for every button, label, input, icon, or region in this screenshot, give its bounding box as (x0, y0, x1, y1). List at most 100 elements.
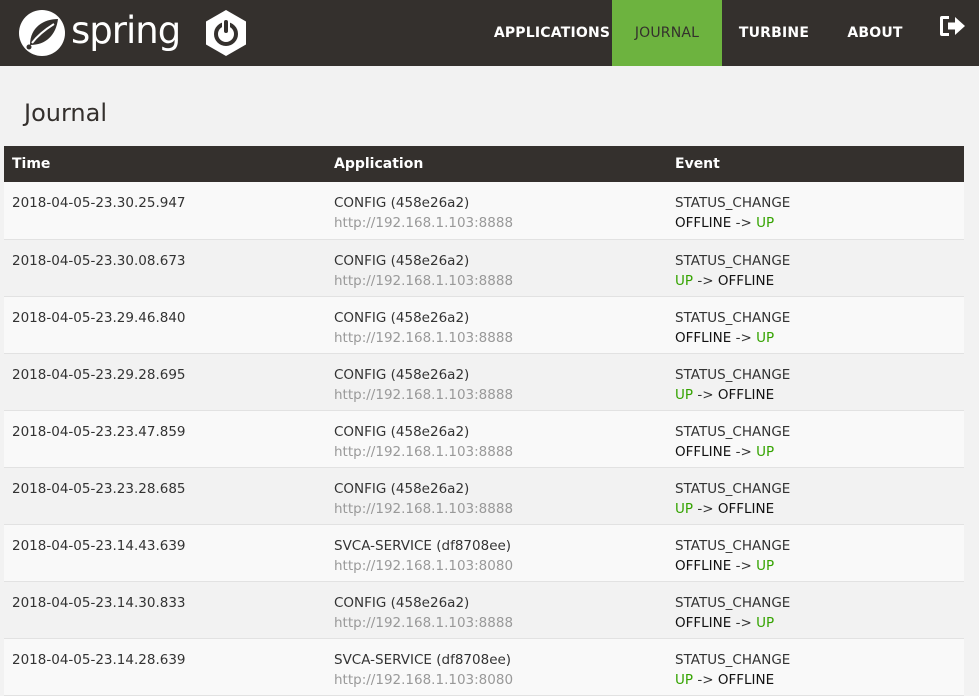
status-from: OFFLINE (675, 614, 732, 631)
application-name[interactable]: CONFIG (458e26a2) (334, 251, 659, 271)
nav-turbine[interactable]: TURBINE (722, 0, 826, 66)
table-row[interactable]: 2018-04-05-23.29.28.695 CONFIG (458e26a2)… (4, 353, 964, 410)
status-to: UP (756, 329, 775, 346)
application-name[interactable]: CONFIG (458e26a2) (334, 422, 659, 442)
table-row[interactable]: 2018-04-05-23.14.28.639 SVCA-SERVICE (df8… (4, 638, 964, 695)
application-url[interactable]: http://192.168.1.103:8080 (334, 670, 659, 690)
transition-arrow: -> (697, 386, 714, 403)
application-url[interactable]: http://192.168.1.103:8080 (334, 556, 659, 576)
logout-icon (939, 16, 965, 36)
application-url[interactable]: http://192.168.1.103:8888 (334, 271, 659, 291)
table-row[interactable]: 2018-04-05-23.29.46.840 CONFIG (458e26a2)… (4, 296, 964, 353)
event-cell: STATUS_CHANGE OFFLINE -> UP (667, 581, 964, 638)
journal-table-body: 2018-04-05-23.30.25.947 CONFIG (458e26a2)… (4, 182, 964, 695)
status-to: UP (756, 215, 775, 231)
top-navbar: spring APPLICATIONS JOURNAL TURBINE ABOU… (0, 0, 979, 66)
event-time: 2018-04-05-23.14.28.639 (12, 651, 186, 668)
status-to: OFFLINE (717, 500, 775, 517)
event-type: STATUS_CHANGE (675, 252, 791, 269)
spring-boot-admin-icon[interactable] (201, 8, 251, 58)
status-from: OFFLINE (675, 329, 732, 346)
event-cell: STATUS_CHANGE OFFLINE -> UP (667, 296, 964, 353)
page-title: Journal (24, 99, 108, 127)
event-time: 2018-04-05-23.14.30.833 (12, 594, 186, 611)
transition-arrow: -> (735, 443, 752, 460)
status-to: UP (756, 614, 775, 631)
journal-table: Time Application Event 2018-04-05-23.30.… (4, 146, 964, 696)
status-transition: UP -> OFFLINE (675, 670, 956, 690)
application-name[interactable]: CONFIG (458e26a2) (334, 193, 659, 213)
transition-arrow: -> (735, 329, 752, 346)
transition-arrow: -> (697, 272, 714, 289)
event-time: 2018-04-05-23.14.43.639 (12, 537, 186, 554)
table-row[interactable]: 2018-04-05-23.23.47.859 CONFIG (458e26a2)… (4, 410, 964, 467)
status-to: OFFLINE (717, 386, 775, 403)
event-cell: STATUS_CHANGE UP -> OFFLINE (667, 239, 964, 296)
logout-button[interactable] (924, 0, 979, 66)
application-name[interactable]: CONFIG (458e26a2) (334, 308, 659, 328)
application-cell: CONFIG (458e26a2) http://192.168.1.103:88… (326, 353, 667, 410)
application-cell: SVCA-SERVICE (df8708ee) http://192.168.1.… (326, 638, 667, 695)
application-cell: SVCA-SERVICE (df8708ee) http://192.168.1.… (326, 524, 667, 581)
application-url[interactable]: http://192.168.1.103:8888 (334, 385, 659, 405)
event-type: STATUS_CHANGE (675, 195, 791, 211)
event-time: 2018-04-05-23.29.46.840 (12, 309, 186, 326)
status-to: OFFLINE (717, 272, 775, 289)
status-from: OFFLINE (675, 557, 732, 574)
nav-about[interactable]: ABOUT (826, 0, 924, 66)
event-cell: STATUS_CHANGE UP -> OFFLINE (667, 467, 964, 524)
table-row[interactable]: 2018-04-05-23.14.43.639 SVCA-SERVICE (df8… (4, 524, 964, 581)
event-cell: STATUS_CHANGE OFFLINE -> UP (667, 182, 964, 239)
event-cell: STATUS_CHANGE UP -> OFFLINE (667, 353, 964, 410)
status-from: UP (675, 386, 694, 403)
event-type: STATUS_CHANGE (675, 537, 791, 554)
status-transition: OFFLINE -> UP (675, 442, 956, 462)
application-name[interactable]: CONFIG (458e26a2) (334, 479, 659, 499)
status-to: UP (756, 557, 775, 574)
nav-applications[interactable]: APPLICATIONS (473, 0, 612, 66)
application-url[interactable]: http://192.168.1.103:8888 (334, 442, 659, 462)
status-from: UP (675, 671, 694, 688)
event-type: STATUS_CHANGE (675, 309, 791, 326)
spring-leaf-icon (19, 10, 65, 56)
table-row[interactable]: 2018-04-05-23.14.30.833 CONFIG (458e26a2)… (4, 581, 964, 638)
table-row[interactable]: 2018-04-05-23.23.28.685 CONFIG (458e26a2)… (4, 467, 964, 524)
brand-name: spring (71, 8, 181, 52)
application-url[interactable]: http://192.168.1.103:8888 (334, 499, 659, 519)
application-url[interactable]: http://192.168.1.103:8888 (334, 213, 659, 233)
application-name[interactable]: CONFIG (458e26a2) (334, 593, 659, 613)
application-cell: CONFIG (458e26a2) http://192.168.1.103:88… (326, 296, 667, 353)
transition-arrow: -> (697, 500, 714, 517)
application-name[interactable]: SVCA-SERVICE (df8708ee) (334, 536, 659, 556)
application-cell: CONFIG (458e26a2) http://192.168.1.103:88… (326, 581, 667, 638)
event-type: STATUS_CHANGE (675, 651, 791, 668)
application-cell: CONFIG (458e26a2) http://192.168.1.103:88… (326, 410, 667, 467)
transition-arrow: -> (735, 215, 752, 231)
status-from: UP (675, 500, 694, 517)
application-name[interactable]: SVCA-SERVICE (df8708ee) (334, 650, 659, 670)
transition-arrow: -> (697, 671, 714, 688)
event-time: 2018-04-05-23.30.25.947 (12, 195, 186, 211)
table-header-row: Time Application Event (4, 146, 964, 182)
table-row[interactable]: 2018-04-05-23.30.25.947 CONFIG (458e26a2)… (4, 182, 964, 239)
column-header-application[interactable]: Application (326, 146, 667, 182)
event-time: 2018-04-05-23.29.28.695 (12, 366, 186, 383)
main-nav: APPLICATIONS JOURNAL TURBINE ABOUT (473, 0, 979, 66)
spring-logo[interactable]: spring (18, 8, 181, 58)
column-header-time[interactable]: Time (4, 146, 326, 182)
event-cell: STATUS_CHANGE OFFLINE -> UP (667, 524, 964, 581)
event-type: STATUS_CHANGE (675, 366, 791, 383)
column-header-event[interactable]: Event (667, 146, 964, 182)
application-name[interactable]: CONFIG (458e26a2) (334, 365, 659, 385)
application-url[interactable]: http://192.168.1.103:8888 (334, 613, 659, 633)
table-row[interactable]: 2018-04-05-23.30.08.673 CONFIG (458e26a2)… (4, 239, 964, 296)
event-type: STATUS_CHANGE (675, 594, 791, 611)
status-from: OFFLINE (675, 215, 732, 231)
status-to: OFFLINE (717, 671, 775, 688)
application-url[interactable]: http://192.168.1.103:8888 (334, 328, 659, 348)
status-transition: OFFLINE -> UP (675, 213, 956, 233)
event-cell: STATUS_CHANGE OFFLINE -> UP (667, 410, 964, 467)
nav-journal[interactable]: JOURNAL (612, 0, 722, 66)
application-cell: CONFIG (458e26a2) http://192.168.1.103:88… (326, 467, 667, 524)
event-time: 2018-04-05-23.23.28.685 (12, 480, 186, 497)
